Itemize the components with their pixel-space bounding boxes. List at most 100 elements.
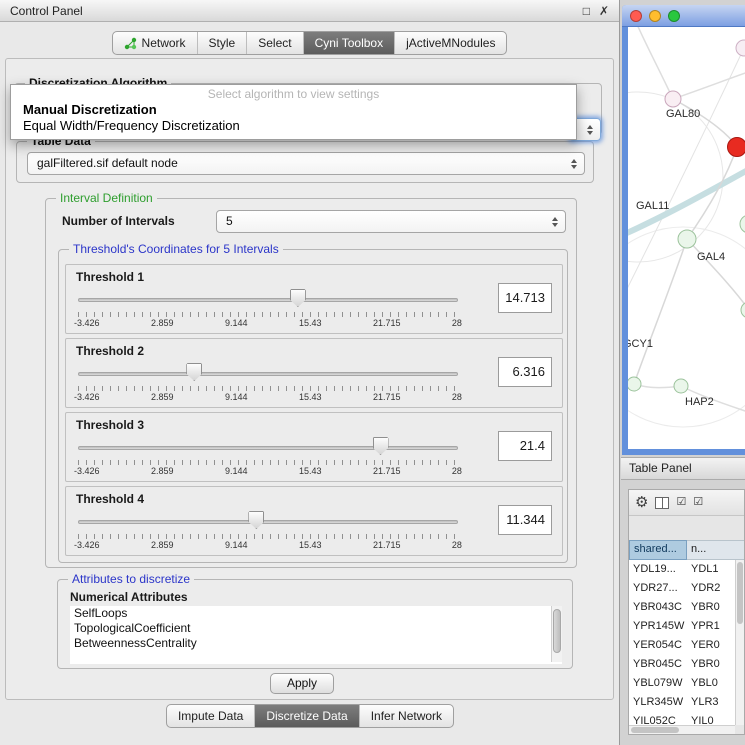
slider-thumb[interactable] — [248, 511, 264, 529]
float-window-icon[interactable]: □ — [583, 4, 590, 18]
table-row[interactable]: YPR145WYPR1 — [629, 617, 735, 636]
table-data-combobox[interactable]: galFiltered.sif default node — [27, 152, 585, 175]
gene-node-hap2[interactable] — [674, 379, 688, 393]
table-cell[interactable]: YBR0 — [687, 655, 735, 674]
slider-thumb[interactable] — [290, 289, 306, 307]
attributes-scrollbar[interactable] — [551, 606, 562, 662]
table-cell[interactable]: YIL052C — [629, 712, 687, 725]
table-horizontal-scrollbar-thumb[interactable] — [631, 727, 679, 733]
tab-cyni-toolbox[interactable]: Cyni Toolbox — [303, 32, 394, 54]
table-cell[interactable]: YLR3 — [687, 693, 735, 712]
table-cell[interactable]: YDR27... — [629, 579, 687, 598]
gene-node[interactable] — [741, 302, 745, 318]
columns-icon[interactable] — [655, 497, 669, 509]
threshold-3-slider[interactable]: -3.4262.8599.14415.4321.71528 — [74, 433, 462, 479]
table-cell[interactable]: YPR145W — [629, 617, 687, 636]
select-all-checkbox-icon[interactable]: ☑ — [676, 497, 686, 508]
control-panel-titlebar[interactable]: Control Panel □ ✗ — [0, 0, 619, 22]
list-item[interactable]: BetweennessCentrality — [70, 636, 562, 651]
table-cell[interactable]: YBR045C — [629, 655, 687, 674]
table-cell[interactable]: YDL1 — [687, 560, 735, 579]
threshold-1-slider[interactable]: -3.4262.8599.14415.4321.71528 — [74, 285, 462, 331]
slider-thumb[interactable] — [186, 363, 202, 381]
table-cell[interactable]: YBR043C — [629, 598, 687, 617]
table-cell[interactable]: YLR345W — [629, 693, 687, 712]
threshold-2-slider[interactable]: -3.4262.8599.14415.4321.71528 — [74, 359, 462, 405]
apply-button[interactable]: Apply — [270, 673, 334, 694]
minimize-traffic-light-icon[interactable] — [649, 10, 661, 22]
table-vertical-scrollbar-thumb[interactable] — [737, 562, 743, 624]
slider-track[interactable] — [78, 372, 458, 376]
table-row[interactable]: YDL19...YDL1 — [629, 560, 735, 579]
attributes-list[interactable]: SelfLoopsTopologicalCoefficientBetweenne… — [70, 606, 562, 664]
popup-option-equal-width[interactable]: Equal Width/Frequency Discretization — [11, 118, 576, 134]
popup-option-manual-discretization[interactable]: Manual Discretization — [11, 102, 576, 118]
gene-node[interactable] — [736, 40, 745, 56]
select-none-checkbox-icon[interactable]: ☑ — [693, 497, 703, 508]
table-cell[interactable]: YER0 — [687, 636, 735, 655]
threshold-4-slider[interactable]: -3.4262.8599.14415.4321.71528 — [74, 507, 462, 553]
tab-select[interactable]: Select — [246, 32, 302, 54]
table-row[interactable]: YBR043CYBR0 — [629, 598, 735, 617]
number-of-intervals-combobox[interactable]: 5 — [216, 210, 566, 233]
tab-jactivemnodules[interactable]: jActiveMNodules — [394, 32, 506, 54]
slider-track[interactable] — [78, 520, 458, 524]
selected-gene-node[interactable] — [728, 138, 745, 157]
network-view-window[interactable]: GAL80 GAL11 GAL4 GCY1 HAP2 — [622, 5, 745, 455]
threshold-3-value[interactable]: 21.4 — [498, 431, 552, 461]
table-cell[interactable]: YDL19... — [629, 560, 687, 579]
table-panel-header[interactable]: Table Panel — [621, 457, 745, 480]
close-traffic-light-icon[interactable] — [630, 10, 642, 22]
tab-network[interactable]: Network — [113, 32, 197, 54]
table-cell[interactable]: YBR0 — [687, 598, 735, 617]
threshold-2-panel: Threshold 2 -3.4262.8599.14415.4321.7152… — [65, 338, 563, 408]
column-header-shared-name[interactable]: shared... — [629, 540, 687, 560]
tab-infer-network[interactable]: Infer Network — [359, 705, 453, 727]
table-cell[interactable]: YBL0 — [687, 674, 735, 693]
table-cell[interactable]: YIL0 — [687, 712, 735, 725]
tab-discretize-data[interactable]: Discretize Data — [254, 705, 358, 727]
node-label-gal4[interactable]: GAL4 — [697, 251, 725, 263]
table-horizontal-scrollbar[interactable] — [629, 725, 735, 734]
node-label-hap2[interactable]: HAP2 — [685, 396, 714, 408]
table-row[interactable]: YDR27...YDR2 — [629, 579, 735, 598]
close-icon[interactable]: ✗ — [599, 4, 609, 18]
tab-impute-data[interactable]: Impute Data — [167, 705, 254, 727]
table-cell[interactable]: YPR1 — [687, 617, 735, 636]
list-item[interactable]: TopologicalCoefficient — [70, 621, 562, 636]
table-vertical-scrollbar[interactable] — [735, 560, 744, 725]
table-row[interactable]: YER054CYER0 — [629, 636, 735, 655]
table-row[interactable]: YBR045CYBR0 — [629, 655, 735, 674]
scale-label: -3.426 — [74, 466, 100, 476]
table-cell[interactable]: YBL079W — [629, 674, 687, 693]
node-label-gcy1[interactable]: GCY1 — [628, 338, 653, 350]
gene-node[interactable] — [740, 215, 745, 233]
threshold-1-value[interactable]: 14.713 — [498, 283, 552, 313]
threshold-4-value[interactable]: 11.344 — [498, 505, 552, 535]
slider-track[interactable] — [78, 298, 458, 302]
table-cell[interactable]: YER054C — [629, 636, 687, 655]
slider-thumb[interactable] — [373, 437, 389, 455]
threshold-2-value[interactable]: 6.316 — [498, 357, 552, 387]
table-cell[interactable]: YDR2 — [687, 579, 735, 598]
zoom-traffic-light-icon[interactable] — [668, 10, 680, 22]
gene-node-gal4[interactable] — [678, 230, 696, 248]
gear-icon[interactable]: ⚙ — [635, 495, 648, 510]
table-row[interactable]: YBL079WYBL0 — [629, 674, 735, 693]
node-label-gal11[interactable]: GAL11 — [636, 200, 669, 212]
slider-track[interactable] — [78, 446, 458, 450]
network-canvas[interactable]: GAL80 GAL11 GAL4 GCY1 HAP2 — [628, 27, 745, 449]
tab-jactivemnodules-label: jActiveMNodules — [406, 36, 495, 50]
node-label-gal80[interactable]: GAL80 — [666, 108, 700, 120]
network-window-titlebar[interactable] — [622, 5, 745, 27]
control-panel-window: Control Panel □ ✗ Network Style Select C… — [0, 0, 620, 745]
gene-node-gal80[interactable] — [665, 91, 681, 107]
table-row[interactable]: YLR345WYLR3 — [629, 693, 735, 712]
tab-style[interactable]: Style — [197, 32, 247, 54]
column-header-name[interactable]: n... — [687, 540, 744, 560]
list-item[interactable]: SelfLoops — [70, 606, 562, 621]
gene-node-gcy1[interactable] — [628, 377, 641, 391]
attributes-scrollbar-thumb[interactable] — [553, 609, 561, 653]
table-row[interactable]: YIL052CYIL0 — [629, 712, 735, 725]
network-icon — [124, 37, 137, 50]
